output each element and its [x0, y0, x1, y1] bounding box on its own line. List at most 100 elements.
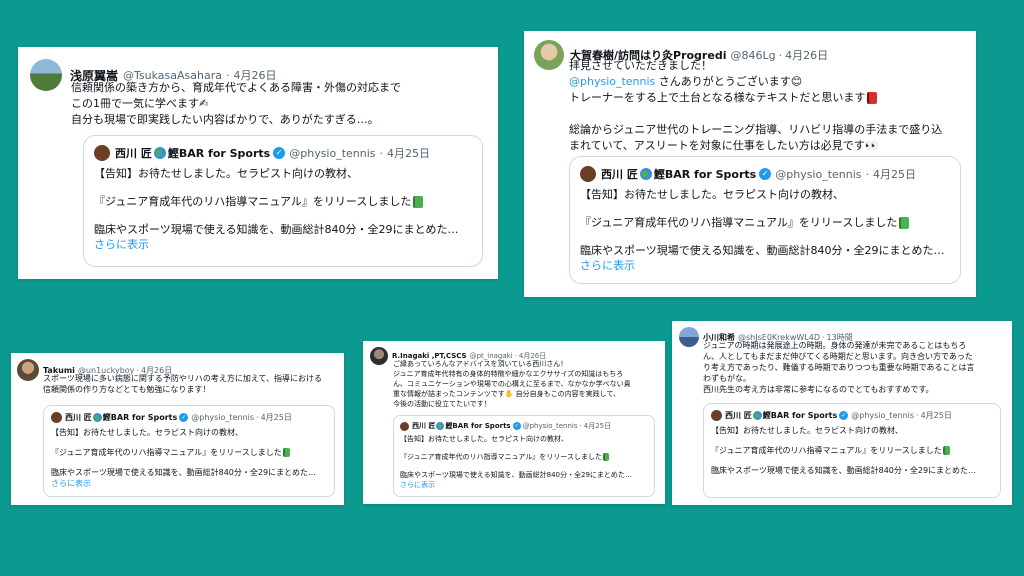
separator-dot: ·	[865, 167, 870, 181]
quoted-author-name-suffix: 鰹BAR for Sports	[762, 411, 838, 420]
avatar[interactable]	[17, 359, 39, 381]
tweet-line: わずもがな。	[703, 374, 751, 383]
avatar[interactable]	[679, 327, 699, 347]
verified-badge-icon: ✓	[512, 422, 521, 430]
globe-icon	[436, 422, 445, 430]
tweet-text: ご縁あっていろんなアドバイスを頂いている西川さん！ ジュニア育成年代特有の身体的…	[393, 359, 661, 409]
tweet-text: ジュニアの時期は発展途上の時期。身体の発達が未完であることはもちろ ん、人として…	[703, 340, 1008, 395]
tweet-line: ん、人としてもまだまだ伸びてくる時期だと思います。向き合い方であった	[703, 352, 973, 361]
show-more-link[interactable]: さらに表示	[51, 478, 331, 489]
tweet-line: トレーナーをする上で土台となる様なテキストだと思います	[569, 91, 866, 104]
quoted-avatar	[400, 421, 409, 431]
show-more-link[interactable]: さらに表示	[94, 237, 479, 252]
quoted-tweet[interactable]: 西川 匠 鰹BAR for Sports ✓ @physio_tennis · …	[83, 135, 483, 267]
quoted-author-name-suffix: 鰹BAR for Sports	[445, 422, 511, 430]
tweet-line: 自分も現場で即実践したい内容ばかりで、ありがたすぎる…。	[71, 113, 379, 126]
quoted-tweet[interactable]: 西川 匠 鰹BAR for Sports ✓ @physio_tennis · …	[703, 403, 1001, 498]
show-more-link[interactable]: さらに表示	[580, 258, 958, 273]
tweet-line: 西川先生の考え方は非常に参考になるのでとてもおすすめです。	[703, 385, 934, 394]
quoted-author-name-suffix: 鰹BAR for Sports	[653, 168, 757, 181]
quoted-avatar	[51, 412, 62, 423]
green-book-icon	[942, 446, 950, 455]
quoted-author-handle: @physio_tennis	[851, 411, 915, 420]
tweet-text: 拝見させていただきました！ @physio_tennis さんありがとうございま…	[569, 58, 969, 154]
quoted-author-name-suffix: 鰹BAR for Sports	[102, 413, 178, 422]
tweet-card-ogawa: 小川和希 @shJsE0KrekwWL4D · 13時間 ジュニアの時期は発展途…	[672, 321, 1012, 505]
avatar[interactable]	[370, 347, 388, 365]
quoted-line: 臨床やスポーツ現場で使える知識を、動画総計840分・全29にまとめた…	[51, 468, 317, 477]
quoted-line: 『ジュニア育成年代のリハ指導マニュアル』をリリースしました	[51, 448, 282, 457]
globe-icon	[92, 413, 102, 422]
quoted-tweet[interactable]: 西川 匠 鰹BAR for Sports ✓ @physio_tennis · …	[393, 415, 655, 497]
quoted-avatar	[580, 166, 596, 182]
quoted-date: 4月25日	[583, 422, 612, 430]
tweet-line: 拝見させていただきました！	[569, 59, 712, 72]
separator-dot: ·	[579, 422, 582, 430]
tweet-line: 総論からジュニア世代のトレーニング指導、リハビリ指導の手法まで盛り込	[569, 123, 943, 136]
green-book-icon	[899, 217, 910, 229]
quoted-line: 『ジュニア育成年代のリハ指導マニュアル』をリリースしました	[400, 453, 602, 461]
quoted-line: 【告知】お待たせしました。セラピスト向けの教材、	[711, 426, 903, 435]
tweet-line: ご縁あっていろんなアドバイスを頂いている西川さん！	[393, 360, 568, 368]
quoted-tweet[interactable]: 西川 匠 鰹BAR for Sports ✓ @physio_tennis · …	[43, 405, 335, 497]
quoted-avatar	[711, 410, 722, 421]
quoted-line: 臨床やスポーツ現場で使える知識を、動画総計840分・全29にまとめた…	[400, 471, 632, 479]
quoted-author-name: 西川 匠	[601, 168, 638, 181]
separator-dot: ·	[916, 411, 919, 420]
avatar[interactable]	[30, 59, 62, 91]
quoted-author-name: 西川 匠	[412, 422, 436, 430]
globe-icon	[639, 168, 652, 180]
quoted-line: 臨床やスポーツ現場で使える知識を、動画総計840分・全29にまとめた…	[94, 223, 459, 236]
quoted-line: 臨床やスポーツ現場で使える知識を、動画総計840分・全29にまとめた…	[711, 466, 977, 475]
tweet-line: 今後の活動に役立てたいです！	[393, 400, 491, 408]
tweet-line: この1冊で一気に学べます✍	[71, 97, 209, 110]
quoted-line: 【告知】お待たせしました。セラピスト向けの教材、	[580, 188, 844, 201]
quoted-line: 『ジュニア育成年代のリハ指導マニュアル』をリリースしました	[580, 216, 898, 229]
red-book-icon	[867, 92, 878, 104]
quoted-date: 4月25日	[260, 413, 292, 422]
quoted-author-handle: @physio_tennis	[289, 146, 376, 160]
verified-badge-icon: ✓	[179, 413, 189, 422]
tweet-line: ん、コミュニケーションや現場での心構えに至るまで、なかなか学べない貴	[393, 380, 631, 388]
green-book-icon	[602, 453, 609, 461]
quoted-author-handle: @physio_tennis	[522, 422, 578, 430]
globe-icon	[752, 411, 762, 420]
tweet-line: さんありがとうございます😊	[655, 75, 803, 88]
tweet-line: ジュニア育成年代特有の身体的特徴や細かなエクササイズの知識はもちろ	[393, 370, 624, 378]
quoted-author-name: 西川 匠	[725, 411, 752, 420]
tweet-card-asahara: 浅原翼嵩 @TsukasaAsahara · 4月26日 信頼関係の築き方から、…	[18, 47, 498, 279]
tweet-card-oga: 大賀春樹/訪問はり灸Progredi @846Lg · 4月26日 拝見させてい…	[524, 31, 976, 297]
quoted-date: 4月25日	[387, 147, 431, 160]
quoted-author-handle: @physio_tennis	[775, 167, 862, 181]
quoted-date: 4月25日	[920, 411, 952, 420]
quoted-line: 【告知】お待たせしました。セラピスト向けの教材、	[94, 167, 358, 180]
tweet-text: 信頼関係の築き方から、育成年代でよくある障害・外傷の対応まで この1冊で一気に学…	[71, 80, 491, 128]
tweet-card-takumi: Takumi @un1uckyboy · 4月26日 スポーツ現場に多い病態に関…	[11, 353, 344, 505]
tweet-line: まれていて、アスリートを対象に仕事をしたい方は必見です👀	[569, 139, 879, 152]
quoted-author-name-suffix: 鰹BAR for Sports	[167, 147, 271, 160]
tweet-line: 信頼関係の築き方から、育成年代でよくある障害・外傷の対応まで	[71, 81, 401, 94]
show-more-link[interactable]: さらに表示	[400, 480, 652, 490]
separator-dot: ·	[379, 146, 384, 160]
separator-dot: ·	[256, 413, 259, 422]
quoted-avatar	[94, 145, 110, 161]
verified-badge-icon: ✓	[839, 411, 849, 420]
tweet-line: ジュニアの時期は発展途上の時期。身体の発達が未完であることはもちろ	[703, 341, 967, 350]
quoted-line: 臨床やスポーツ現場で使える知識を、動画総計840分・全29にまとめた…	[580, 244, 945, 257]
mention-link[interactable]: @physio_tennis	[569, 75, 655, 88]
tweet-card-inagaki: R.Inagaki ,PT,CSCS @pt_inagaki · 4月26日 ご…	[363, 341, 665, 504]
quoted-line: 『ジュニア育成年代のリハ指導マニュアル』をリリースしました	[711, 446, 942, 455]
quoted-line: 『ジュニア育成年代のリハ指導マニュアル』をリリースしました	[94, 195, 412, 208]
verified-badge-icon: ✓	[759, 168, 772, 180]
quoted-author-handle: @physio_tennis	[191, 413, 255, 422]
quoted-author-name: 西川 匠	[115, 147, 152, 160]
verified-badge-icon: ✓	[273, 147, 286, 159]
quoted-line: 【告知】お待たせしました。セラピスト向けの教材、	[51, 428, 243, 437]
avatar[interactable]	[534, 40, 564, 70]
globe-icon	[153, 147, 166, 159]
quoted-tweet[interactable]: 西川 匠 鰹BAR for Sports ✓ @physio_tennis · …	[569, 156, 961, 284]
tweet-text: スポーツ現場に多い病態に関する予防やリハの考え方に加えて、指導における 信頼関係…	[43, 373, 339, 395]
green-book-icon	[413, 196, 424, 208]
quoted-date: 4月25日	[873, 168, 917, 181]
quoted-author-name: 西川 匠	[65, 413, 92, 422]
